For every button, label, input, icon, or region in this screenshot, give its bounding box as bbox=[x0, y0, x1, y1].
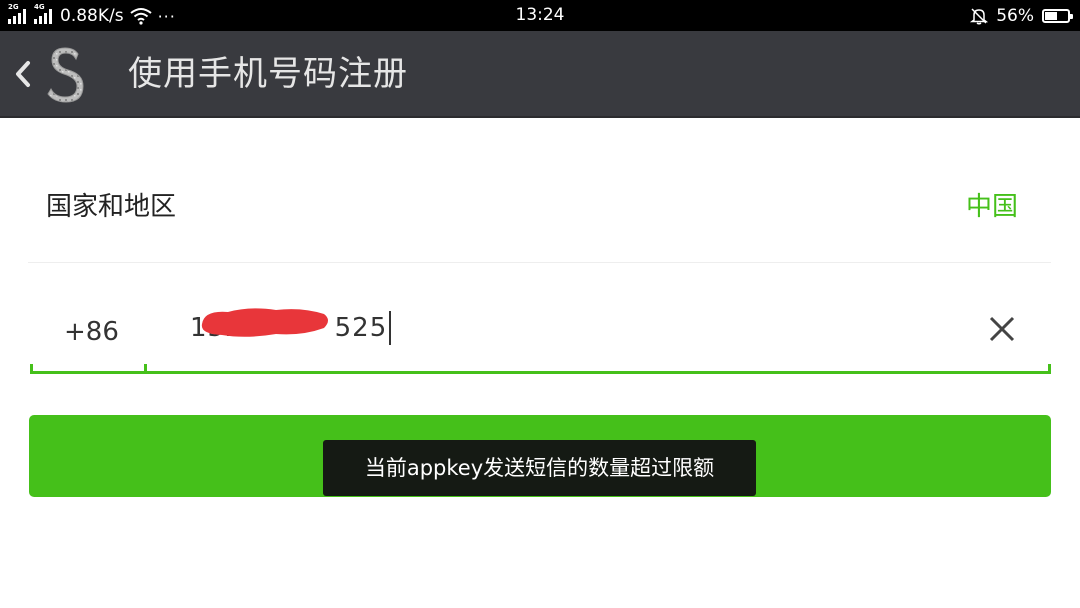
country-region-label: 国家和地区 bbox=[46, 192, 177, 222]
country-region-value[interactable]: 中国 bbox=[966, 189, 1018, 225]
country-code-field[interactable]: +86 bbox=[30, 290, 145, 374]
text-cursor bbox=[389, 311, 392, 345]
clock: 13:24 bbox=[515, 5, 565, 25]
close-icon bbox=[989, 316, 1015, 342]
title-bar: 使用手机号码注册 bbox=[0, 31, 1080, 116]
phone-number-input[interactable]: 152 525 bbox=[144, 290, 1051, 374]
clear-input-button[interactable] bbox=[987, 314, 1017, 344]
redaction-mark bbox=[201, 308, 328, 337]
chevron-left-icon bbox=[16, 61, 30, 87]
country-code-value: +86 bbox=[64, 317, 119, 347]
country-region-row[interactable]: 国家和地区 中国 bbox=[28, 162, 1051, 263]
status-right-group: 56% bbox=[970, 4, 1073, 28]
toast-message: 当前appkey发送短信的数量超过限额 bbox=[323, 440, 756, 496]
battery-fill bbox=[1045, 12, 1057, 20]
page-title: 使用手机号码注册 bbox=[128, 54, 408, 94]
status-bar: 2G 4G 0.88K/s ··· 13:24 56% bbox=[0, 0, 1080, 31]
back-button[interactable] bbox=[8, 49, 38, 99]
app-logo-icon bbox=[46, 44, 86, 104]
mute-bell-icon bbox=[970, 7, 989, 25]
phone-number-end: 525 bbox=[334, 313, 388, 343]
title-divider bbox=[0, 116, 1080, 118]
battery-percent: 56% bbox=[996, 6, 1034, 26]
registration-screen: 2G 4G 0.88K/s ··· 13:24 56% 使用手机号码注册 国家和… bbox=[0, 0, 1080, 608]
phone-input-row: +86 152 525 bbox=[28, 290, 1051, 376]
battery-icon bbox=[1042, 9, 1073, 23]
